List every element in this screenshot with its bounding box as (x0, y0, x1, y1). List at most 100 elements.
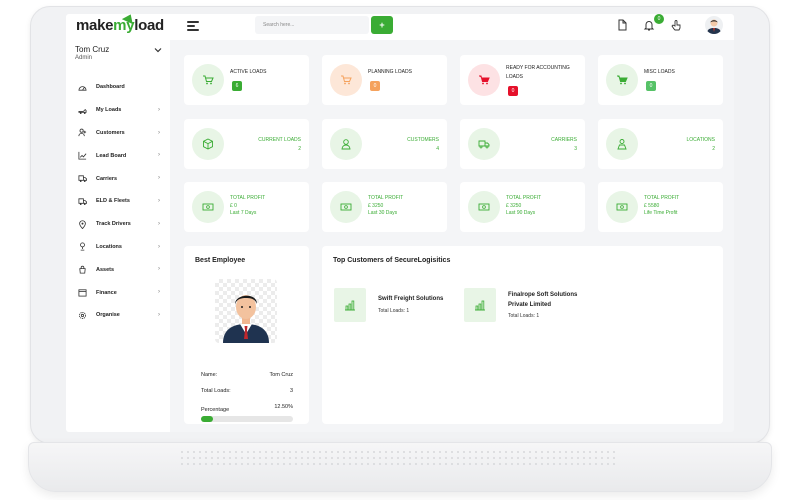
profit-amount: £ 3250 (368, 202, 384, 209)
stat-label: ACTIVE LOADS (230, 69, 267, 75)
chevron-right-icon: › (158, 266, 160, 273)
chevron-right-icon: › (158, 289, 160, 296)
sidebar-item-label: Assets (96, 266, 115, 273)
truck-icon (78, 108, 87, 114)
search-input[interactable]: Search here... (255, 16, 369, 34)
cart-icon (606, 64, 638, 96)
profit-90-days-card[interactable]: TOTAL PROFIT £ 3250 Last 90 Days (460, 182, 585, 232)
chevron-right-icon: › (158, 243, 160, 250)
profit-period: Life Time Profit (644, 210, 678, 216)
cart-icon (192, 64, 224, 96)
cart-icon (468, 64, 500, 96)
sidebar-item-carriers[interactable]: Carriers › (66, 167, 170, 190)
logo-text-load: load (134, 17, 164, 34)
chevron-down-icon[interactable] (154, 46, 162, 54)
sidebar-item-assets[interactable]: Assets › (66, 258, 170, 281)
misc-loads-card[interactable]: MISC LOADS 0 (598, 55, 723, 105)
profit-info: TOTAL PROFIT £ 0 Last 7 Days (230, 195, 265, 218)
profit-30-days-card[interactable]: TOTAL PROFIT £ 3250 Last 30 Days (322, 182, 447, 232)
bell-icon[interactable] (643, 19, 655, 31)
sidebar-user-name: Tom Cruz (75, 45, 110, 54)
profit-amount: £ 3250 (506, 202, 522, 209)
current-loads-card[interactable]: CURRENT LOADS 2 (184, 119, 309, 169)
customers-card[interactable]: CUSTOMERS 4 (322, 119, 447, 169)
employee-percentage-value: 12.50% (274, 404, 293, 410)
summary-label: CUSTOMERS (407, 137, 439, 143)
sidebar: Tom Cruz Admin Dashboard My Loads › Cust… (66, 40, 170, 432)
sidebar-item-label: Organise (96, 312, 120, 319)
sidebar-item-finance[interactable]: Finance › (66, 281, 170, 304)
sidebar-item-dashboard[interactable]: Dashboard (66, 76, 170, 99)
stat-label: PLANNING LOADS (368, 69, 412, 75)
count-badge: 0 (370, 81, 380, 91)
summary-label: CURRENT LOADS (258, 137, 301, 143)
sidebar-item-organise[interactable]: Organise › (66, 304, 170, 327)
profit-info: TOTAL PROFIT £ 5580 Life Time Profit (644, 195, 679, 218)
customer-loads: Total Loads: 1 (508, 313, 540, 319)
employee-name-row: Name: Tom Cruz (201, 372, 293, 378)
profit-7-days-card[interactable]: TOTAL PROFIT £ 0 Last 7 Days (184, 182, 309, 232)
summary-value: 2 (712, 146, 715, 152)
top-customers-title: Top Customers of SecureLogisitics (333, 257, 451, 264)
profit-info: TOTAL PROFIT £ 3250 Last 90 Days (506, 195, 541, 218)
document-icon[interactable] (616, 19, 628, 31)
sidebar-item-label: ELD & Fleets (96, 198, 130, 205)
profit-lifetime-card[interactable]: TOTAL PROFIT £ 5580 Life Time Profit (598, 182, 723, 232)
summary-value: 3 (574, 146, 577, 152)
top-customers-card: Top Customers of SecureLogisitics Swift … (322, 246, 723, 424)
planning-loads-card[interactable]: PLANNING LOADS 0 (322, 55, 447, 105)
sidebar-item-eld-fleets[interactable]: ELD & Fleets › (66, 190, 170, 213)
app-screen: makemyload Search here... + 0 Tom Cruz A… (66, 14, 734, 432)
employee-photo (215, 279, 277, 343)
laptop-base (28, 442, 772, 492)
sidebar-item-track-drivers[interactable]: Track Drivers › (66, 213, 170, 236)
profit-info: TOTAL PROFIT £ 3250 Last 30 Days (368, 195, 403, 218)
sidebar-item-label: Locations (96, 243, 122, 250)
sidebar-item-my-loads[interactable]: My Loads › (66, 99, 170, 122)
logo-text-make: make (76, 17, 114, 34)
top-bar: makemyload Search here... + 0 (66, 14, 734, 40)
hand-pointer-icon[interactable] (670, 19, 682, 31)
customer-name[interactable]: Swift Freight Solutions (378, 294, 443, 304)
search-add-button[interactable]: + (371, 16, 393, 34)
sidebar-item-label: Track Drivers (96, 221, 131, 228)
chevron-right-icon: › (158, 197, 160, 204)
customer-name[interactable]: Finalrope Soft Solutions Private Limited (508, 290, 577, 310)
profit-period: Last 7 Days (230, 210, 257, 216)
customer-name-line: Finalrope Soft Solutions (508, 292, 578, 298)
chevron-right-icon: › (158, 129, 160, 136)
truck-icon (78, 175, 87, 183)
locations-card[interactable]: LOCATIONS 2 (598, 119, 723, 169)
employee-progress-bar (201, 416, 293, 422)
accounting-loads-card[interactable]: READY FOR ACCOUNTING LOADS 0 (460, 55, 585, 105)
employee-percentage-row: Percentage 12.50% (201, 404, 293, 413)
user-avatar[interactable] (705, 16, 723, 34)
chevron-right-icon: › (158, 152, 160, 159)
cash-icon (330, 191, 362, 223)
profit-period: Last 30 Days (368, 210, 398, 216)
brand-logo[interactable]: makemyload (76, 14, 164, 34)
sidebar-item-label: Finance (96, 289, 117, 296)
chevron-right-icon: › (158, 220, 160, 227)
sidebar-item-locations[interactable]: Locations › (66, 236, 170, 259)
employee-loads-label: Total Loads: (201, 388, 231, 394)
employee-name-label: Name: (201, 372, 218, 378)
sidebar-item-customers[interactable]: Customers › (66, 122, 170, 145)
cash-icon (468, 191, 500, 223)
truck-icon (468, 128, 500, 160)
menu-toggle-icon[interactable] (187, 21, 199, 33)
profit-amount: £ 0 (230, 202, 237, 209)
location-icon (80, 242, 85, 251)
chart-line-icon (78, 152, 87, 160)
sidebar-item-label: Customers (96, 129, 125, 136)
carriers-card[interactable]: CARRIERS 3 (460, 119, 585, 169)
box-icon (192, 128, 224, 160)
summary-value: 2 (298, 146, 301, 152)
speedometer-icon (78, 86, 87, 91)
summary-value: 4 (436, 146, 439, 152)
count-badge: 0 (646, 81, 656, 91)
stat-label: READY FOR ACCOUNTING LOADS (506, 65, 570, 80)
sidebar-item-lead-board[interactable]: Lead Board › (66, 144, 170, 167)
profit-amount: £ 5580 (644, 202, 660, 209)
active-loads-card[interactable]: ACTIVE LOADS 6 (184, 55, 309, 105)
